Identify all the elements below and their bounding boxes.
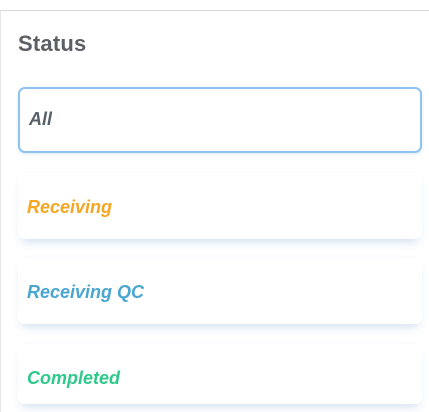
status-dropdown[interactable]: All: [18, 87, 422, 153]
status-title: Status: [18, 31, 87, 56]
status-option-label: Receiving: [27, 197, 113, 217]
status-dropdown-value: All: [29, 109, 53, 129]
status-option-label: Completed: [27, 368, 121, 388]
status-option-completed[interactable]: Completed: [18, 344, 422, 404]
status-option-receiving-qc[interactable]: Receiving QC: [18, 258, 422, 324]
status-option-label: Receiving QC: [27, 282, 145, 302]
status-option-receiving[interactable]: Receiving: [18, 173, 422, 239]
status-filter-panel: Status All Receiving Receiving QC Comple…: [0, 10, 429, 412]
